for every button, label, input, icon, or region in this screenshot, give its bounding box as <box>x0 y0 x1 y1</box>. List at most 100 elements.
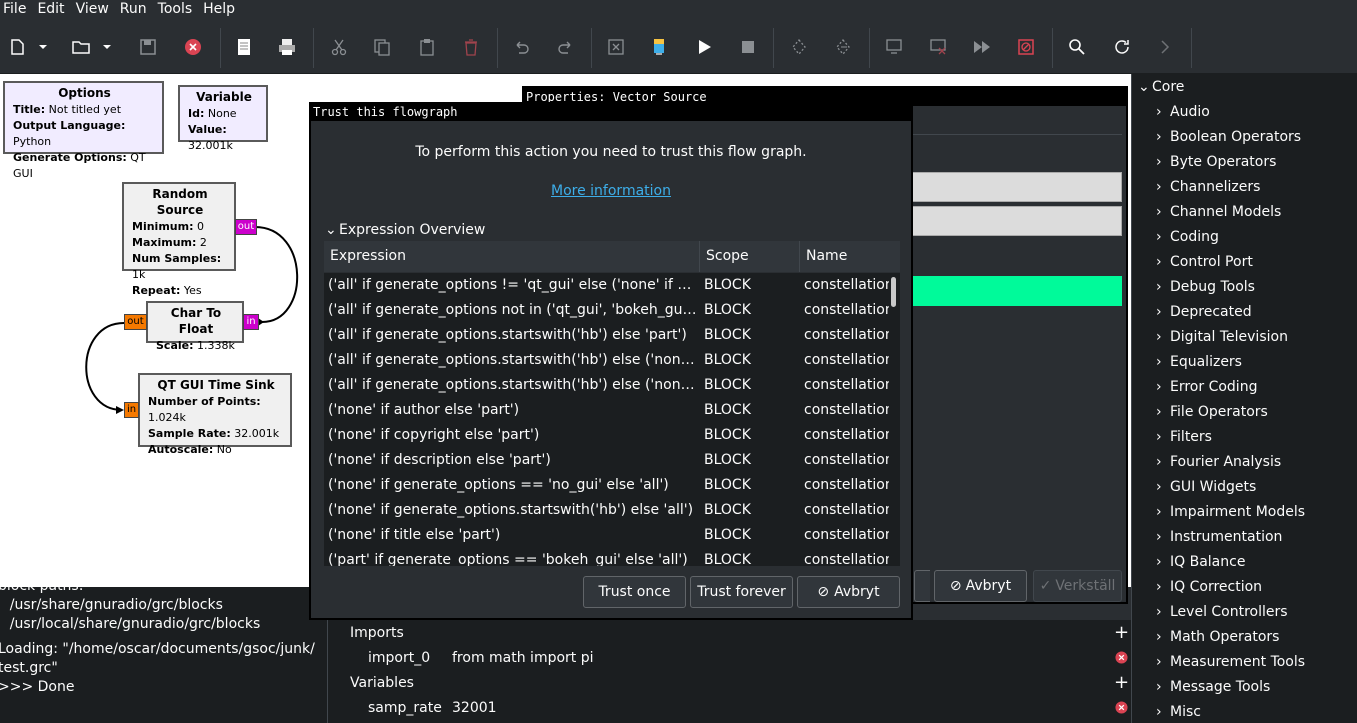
copy-icon[interactable] <box>369 34 395 60</box>
tree-item-debug-tools[interactable]: › Debug Tools <box>1156 275 1255 300</box>
properties-cancel-button[interactable]: ⊘ Avbryt <box>934 570 1027 602</box>
property-field[interactable] <box>912 172 1122 202</box>
input-port[interactable]: in <box>124 402 139 418</box>
tree-item-iq-correction[interactable]: › IQ Correction <box>1156 575 1262 600</box>
tree-item-error-coding[interactable]: › Error Coding <box>1156 375 1257 400</box>
tree-item-instrumentation[interactable]: › Instrumentation <box>1156 525 1282 550</box>
menu-file[interactable]: File <box>0 0 30 22</box>
remove-import-icon[interactable] <box>1115 645 1128 670</box>
remove-variable-icon[interactable] <box>1115 695 1128 720</box>
menu-run[interactable]: Run <box>117 0 151 22</box>
options-block[interactable]: Options Title: Not titled yet Output Lan… <box>3 81 164 180</box>
add-import-icon[interactable]: + <box>1114 620 1129 645</box>
tree-item-channelizers[interactable]: › Channelizers <box>1156 175 1260 200</box>
output-port[interactable]: out <box>235 219 257 235</box>
properties-apply-button[interactable]: ✓ Verkställ <box>1033 570 1122 602</box>
table-row[interactable]: ('all' if generate_options != 'qt_gui' e… <box>324 273 889 298</box>
delete-icon[interactable] <box>458 34 484 60</box>
variable-block[interactable]: Variable Id: None Value: 32.001k <box>178 85 268 152</box>
tree-item-file-operators[interactable]: › File Operators <box>1156 400 1268 425</box>
paste-icon[interactable] <box>414 34 440 60</box>
tree-item-coding[interactable]: › Coding <box>1156 225 1219 250</box>
errors-icon[interactable] <box>603 34 629 60</box>
save-icon[interactable] <box>135 34 161 60</box>
stop-icon[interactable] <box>735 34 761 60</box>
ok-button[interactable] <box>914 570 930 602</box>
rotate-ccw-icon[interactable] <box>786 34 812 60</box>
tree-item-iq-balance[interactable]: › IQ Balance <box>1156 550 1245 575</box>
tree-item-level-controllers[interactable]: › Level Controllers <box>1156 600 1288 625</box>
table-row[interactable]: ('none' if description else 'part') BLOCK… <box>324 448 889 473</box>
menu-edit[interactable]: Edit <box>34 0 68 22</box>
char-to-float-block[interactable]: Char To Float Scale: 1.338k <box>146 301 244 352</box>
trust-once-button[interactable]: Trust once <box>583 576 686 608</box>
table-row[interactable]: ('none' if generate_options.startswith('… <box>324 498 889 523</box>
print-icon[interactable] <box>274 34 300 60</box>
open-dropdown-icon[interactable] <box>100 34 114 60</box>
more-information-link[interactable]: More information <box>311 183 911 199</box>
variables-label[interactable]: Variables <box>350 670 414 695</box>
table-row[interactable]: ('part' if generate_options == 'bokeh_gu… <box>324 548 889 566</box>
enable-block-icon[interactable] <box>881 34 907 60</box>
new-file-icon[interactable] <box>4 34 30 60</box>
tree-item-math-operators[interactable]: › Math Operators <box>1156 625 1279 650</box>
open-folder-icon[interactable] <box>68 34 94 60</box>
tree-item-channel-models[interactable]: › Channel Models <box>1156 200 1281 225</box>
scrollbar-track[interactable] <box>889 273 900 566</box>
imports-label[interactable]: Imports <box>350 620 404 645</box>
table-row[interactable]: ('all' if generate_options.startswith('h… <box>324 348 889 373</box>
cut-icon[interactable] <box>326 34 352 60</box>
tree-item-audio[interactable]: › Audio <box>1156 100 1210 125</box>
tree-item-byte-operators[interactable]: › Byte Operators <box>1156 150 1276 175</box>
bypass-icon[interactable] <box>969 34 995 60</box>
expression-overview-toggle[interactable]: ⌄ Expression Overview <box>325 222 485 238</box>
tree-item-gui-widgets[interactable]: › GUI Widgets <box>1156 475 1256 500</box>
tree-item-message-tools[interactable]: › Message Tools <box>1156 675 1270 700</box>
generate-icon[interactable] <box>646 34 672 60</box>
tree-item-equalizers[interactable]: › Equalizers <box>1156 350 1242 375</box>
close-icon[interactable] <box>180 34 206 60</box>
rotate-cw-icon[interactable] <box>830 34 856 60</box>
table-row[interactable]: ('none' if copyright else 'part') BLOCK co… <box>324 423 889 448</box>
document-icon[interactable] <box>231 34 257 60</box>
output-port[interactable]: out <box>124 314 147 330</box>
expression-table[interactable]: ('all' if generate_options != 'qt_gui' e… <box>324 273 889 566</box>
redo-icon[interactable] <box>553 34 579 60</box>
trust-forever-button[interactable]: Trust forever <box>690 576 793 608</box>
search-icon[interactable] <box>1064 34 1090 60</box>
time-sink-block[interactable]: QT GUI Time Sink Number of Points: 1.024… <box>138 373 292 456</box>
undo-icon[interactable] <box>508 34 534 60</box>
column-header-expression[interactable]: Expression <box>324 241 700 272</box>
kill-icon[interactable] <box>1013 34 1039 60</box>
table-row[interactable]: ('none' if generate_options == 'no_gui' … <box>324 473 889 498</box>
random-source-block[interactable]: Random Source Minimum: 0 Maximum: 2 Num … <box>122 182 236 297</box>
table-row[interactable]: ('all' if generate_options.startswith('h… <box>324 323 889 348</box>
tree-item-deprecated[interactable]: › Deprecated <box>1156 300 1252 325</box>
column-header-scope[interactable]: Scope <box>700 241 800 272</box>
scrollbar-thumb[interactable] <box>891 277 896 307</box>
menu-tools[interactable]: Tools <box>155 0 197 22</box>
tree-item-filters[interactable]: › Filters <box>1156 425 1212 450</box>
forward-icon[interactable] <box>1152 34 1178 60</box>
column-header-name[interactable]: Name <box>800 241 900 272</box>
property-field[interactable] <box>912 206 1122 236</box>
reload-icon[interactable] <box>1109 34 1135 60</box>
table-row[interactable]: ('all' if generate_options.startswith('h… <box>324 373 889 398</box>
tree-item-boolean-operators[interactable]: › Boolean Operators <box>1156 125 1301 150</box>
table-row[interactable]: ('none' if title else 'part') BLOCK conste… <box>324 523 889 548</box>
new-dropdown-icon[interactable] <box>36 34 50 60</box>
table-row[interactable]: ('all' if generate_options not in ('qt_g… <box>324 298 889 323</box>
tree-root-core[interactable]: ⌄ Core <box>1138 75 1184 100</box>
run-icon[interactable] <box>691 34 717 60</box>
property-field-highlight[interactable] <box>912 276 1122 306</box>
trust-cancel-button[interactable]: ⊘ Avbryt <box>797 576 900 608</box>
tree-item-digital-television[interactable]: › Digital Television <box>1156 325 1288 350</box>
block-library-tree[interactable]: ⌄ Core › Audio › Boolean Operators › Byte Oper… <box>1131 74 1357 723</box>
menu-view[interactable]: View <box>73 0 113 22</box>
tree-item-measurement-tools[interactable]: › Measurement Tools <box>1156 650 1305 675</box>
add-variable-icon[interactable]: + <box>1114 670 1129 695</box>
menu-help[interactable]: Help <box>200 0 239 22</box>
tree-item-misc[interactable]: › Misc <box>1156 700 1201 723</box>
tree-item-control-port[interactable]: › Control Port <box>1156 250 1253 275</box>
input-port[interactable]: in <box>243 314 259 330</box>
